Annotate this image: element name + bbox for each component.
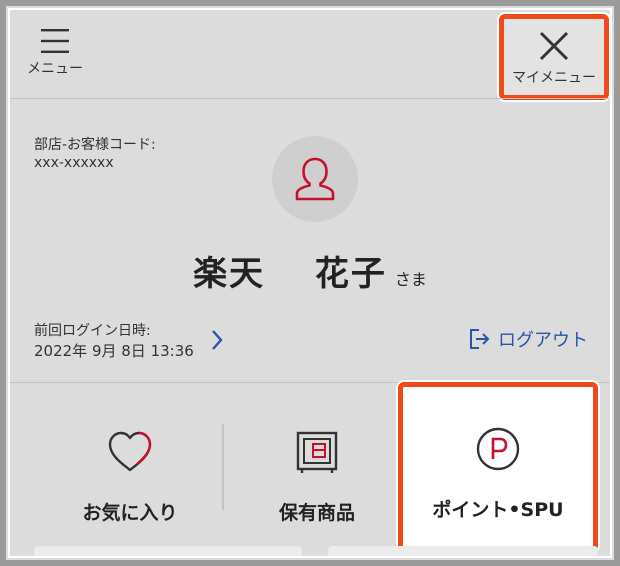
user-icon xyxy=(295,157,335,201)
points-spu-label: ポイント•SPU xyxy=(432,499,564,521)
chevron-right-icon[interactable] xyxy=(210,328,224,352)
point-icon xyxy=(476,427,520,471)
menu-label: メニュー xyxy=(27,61,83,77)
app-screen: メニュー マイメニュー 部店-お客様コード: xxx-xxxxxx 楽天 花子 … xyxy=(8,8,612,558)
logout-icon xyxy=(470,329,490,349)
last-login-value: 2022年 9月 8日 13:36 xyxy=(34,342,194,360)
points-spu-tile[interactable]: ポイント•SPU xyxy=(398,382,598,552)
bottom-card-right xyxy=(328,546,598,556)
user-honorific: さま xyxy=(394,270,427,289)
hamburger-icon xyxy=(41,29,69,53)
header-divider xyxy=(10,98,610,99)
user-name-row: 楽天 花子 さま xyxy=(10,246,610,296)
mymenu-close-button[interactable]: マイメニュー xyxy=(499,14,609,100)
heart-icon xyxy=(108,431,152,472)
logout-link[interactable]: ログアウト xyxy=(468,326,588,352)
customer-code-value: xxx-xxxxxx xyxy=(34,155,114,171)
customer-code-label: 部店-お客様コード: xyxy=(34,137,156,153)
menu-button[interactable]: メニュー xyxy=(20,24,90,90)
bottom-card-left xyxy=(34,546,302,556)
tile-divider xyxy=(222,424,224,510)
safe-icon xyxy=(296,431,338,473)
screenshot-frame: メニュー マイメニュー 部店-お客様コード: xxx-xxxxxx 楽天 花子 … xyxy=(0,0,620,566)
holdings-tile[interactable]: 保有商品 xyxy=(232,410,402,550)
favorites-tile[interactable]: お気に入り xyxy=(50,410,210,550)
favorites-label: お気に入り xyxy=(82,502,178,524)
close-icon xyxy=(539,31,569,61)
logout-label: ログアウト xyxy=(498,330,588,351)
avatar xyxy=(272,136,358,222)
holdings-label: 保有商品 xyxy=(278,502,355,524)
last-login-label: 前回ログイン日時: xyxy=(34,323,151,339)
mymenu-label: マイメニュー xyxy=(512,70,596,86)
user-name: 楽天 花子 xyxy=(193,254,387,294)
